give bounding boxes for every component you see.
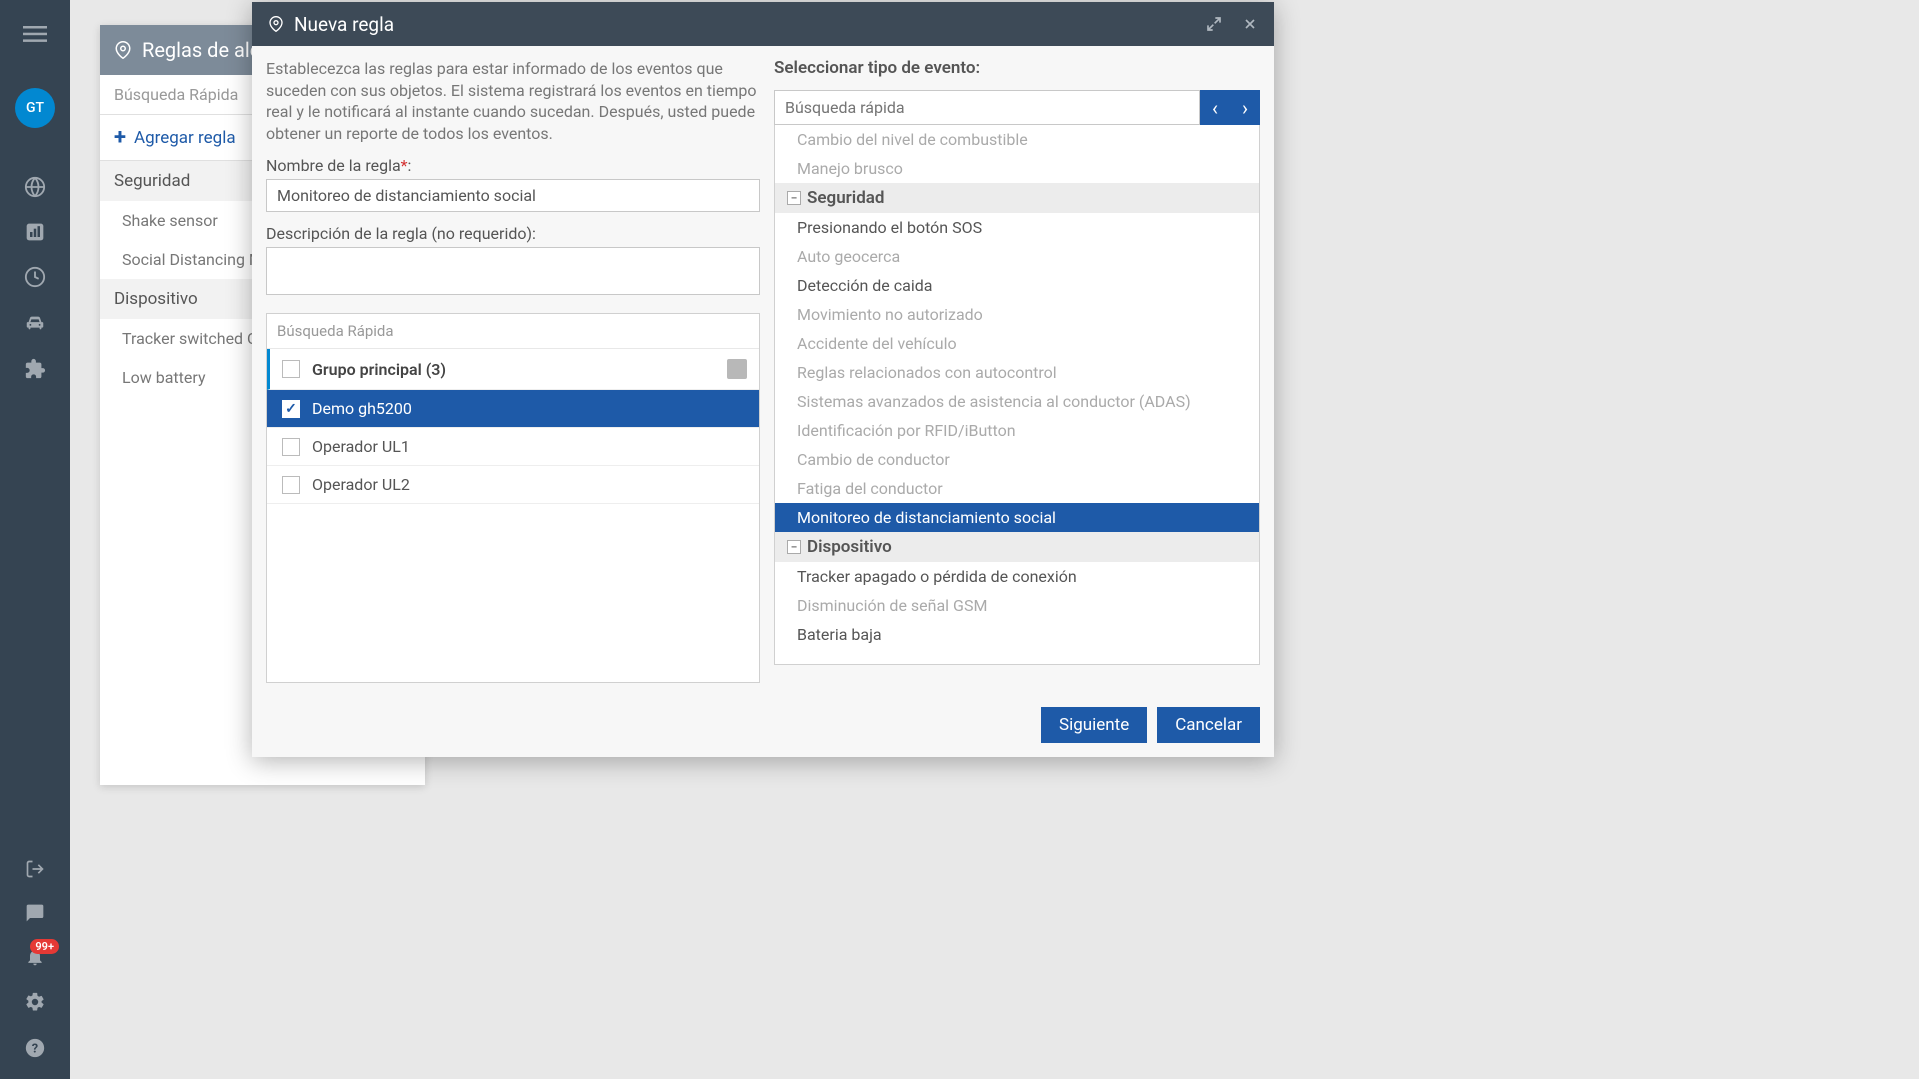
event-category-label: Seguridad — [807, 188, 885, 208]
chat-icon[interactable] — [25, 903, 45, 923]
device-checkbox[interactable] — [282, 438, 300, 456]
new-rule-dialog: Nueva regla Establecezca las reglas para… — [252, 2, 1274, 757]
car-icon[interactable] — [24, 312, 46, 334]
pin-icon — [268, 16, 284, 32]
chart-icon[interactable] — [25, 222, 45, 242]
device-name: Operador UL1 — [312, 437, 410, 456]
event-type-item: Auto geocerca — [775, 242, 1259, 271]
prev-arrow-icon[interactable]: ‹ — [1200, 90, 1230, 125]
globe-icon[interactable] — [24, 176, 46, 198]
device-item[interactable]: Operador UL1 — [267, 428, 759, 466]
device-selector: Búsqueda Rápida Grupo principal (3) Demo… — [266, 313, 760, 683]
rule-desc-input[interactable] — [266, 247, 760, 295]
event-nav-arrows: ‹ › — [1200, 90, 1260, 125]
svg-text:?: ? — [32, 1042, 38, 1057]
event-type-item[interactable]: Detección de caida — [775, 271, 1259, 300]
next-arrow-icon[interactable]: › — [1230, 90, 1260, 125]
event-type-item: Cambio de conductor — [775, 445, 1259, 474]
event-category-label: Dispositivo — [807, 537, 892, 557]
pin-icon — [114, 41, 132, 59]
event-category-header[interactable]: −Dispositivo — [775, 532, 1259, 562]
event-type-item: Identificación por RFID/iButton — [775, 416, 1259, 445]
event-type-item[interactable]: Bateria baja — [775, 620, 1259, 649]
cancel-button[interactable]: Cancelar — [1157, 707, 1260, 743]
event-type-item: Manejo brusco — [775, 154, 1259, 183]
clock-icon[interactable] — [24, 266, 46, 288]
event-type-item[interactable]: Monitoreo de distanciamiento social — [775, 503, 1259, 532]
rule-name-label: Nombre de la regla*: — [266, 156, 760, 175]
event-type-item: Sistemas avanzados de asistencia al cond… — [775, 387, 1259, 416]
bell-icon[interactable]: 99+ — [25, 947, 45, 967]
device-group-header[interactable]: Grupo principal (3) — [267, 349, 759, 390]
event-type-item: Disminución de señal GSM — [775, 591, 1259, 620]
puzzle-icon[interactable] — [24, 358, 46, 380]
device-name: Demo gh5200 — [312, 399, 412, 418]
expand-icon[interactable] — [1206, 16, 1222, 32]
close-icon[interactable] — [1242, 16, 1258, 32]
group-checkbox[interactable] — [282, 360, 300, 378]
event-type-item: Reglas relacionados con autocontrol — [775, 358, 1259, 387]
device-name: Operador UL2 — [312, 475, 410, 494]
dialog-title: Nueva regla — [294, 13, 1196, 36]
event-type-item: Fatiga del conductor — [775, 474, 1259, 503]
event-search-input[interactable] — [774, 90, 1200, 125]
help-icon[interactable]: ? — [24, 1037, 46, 1059]
add-rule-label: Agregar regla — [134, 128, 236, 148]
event-type-list: Cambio del nivel de combustibleManejo br… — [774, 125, 1260, 665]
event-type-item: Cambio del nivel de combustible — [775, 125, 1259, 154]
event-type-item[interactable]: Presionando el botón SOS — [775, 213, 1259, 242]
device-checkbox[interactable] — [282, 476, 300, 494]
rule-desc-label: Descripción de la regla (no requerido): — [266, 224, 760, 243]
plus-icon: + — [114, 125, 126, 150]
event-type-item: Movimiento no autorizado — [775, 300, 1259, 329]
avatar[interactable]: GT — [15, 88, 55, 128]
gear-icon[interactable] — [24, 991, 46, 1013]
exit-icon[interactable] — [25, 859, 45, 879]
notification-badge: 99+ — [30, 939, 59, 954]
rules-panel-title: Reglas de ale — [142, 38, 260, 62]
collapse-icon[interactable] — [727, 359, 747, 379]
rule-name-input[interactable] — [266, 179, 760, 212]
device-checkbox[interactable] — [282, 400, 300, 418]
dialog-header: Nueva regla — [252, 2, 1274, 46]
collapse-toggle-icon[interactable]: − — [787, 191, 801, 205]
left-sidebar: GT 99+ ? — [0, 0, 70, 1079]
hamburger-icon[interactable] — [23, 22, 47, 46]
dialog-intro: Establecezca las reglas para estar infor… — [266, 58, 760, 144]
event-type-item[interactable]: Tracker apagado o pérdida de conexión — [775, 562, 1259, 591]
event-type-item: Accidente del vehículo — [775, 329, 1259, 358]
device-search-input[interactable]: Búsqueda Rápida — [267, 314, 759, 349]
next-button[interactable]: Siguiente — [1041, 707, 1147, 743]
device-item[interactable]: Operador UL2 — [267, 466, 759, 504]
device-item[interactable]: Demo gh5200 — [267, 390, 759, 428]
event-type-label: Seleccionar tipo de evento: — [774, 58, 1260, 78]
event-category-header[interactable]: −Seguridad — [775, 183, 1259, 213]
device-group-name: Grupo principal (3) — [312, 360, 715, 379]
collapse-toggle-icon[interactable]: − — [787, 540, 801, 554]
